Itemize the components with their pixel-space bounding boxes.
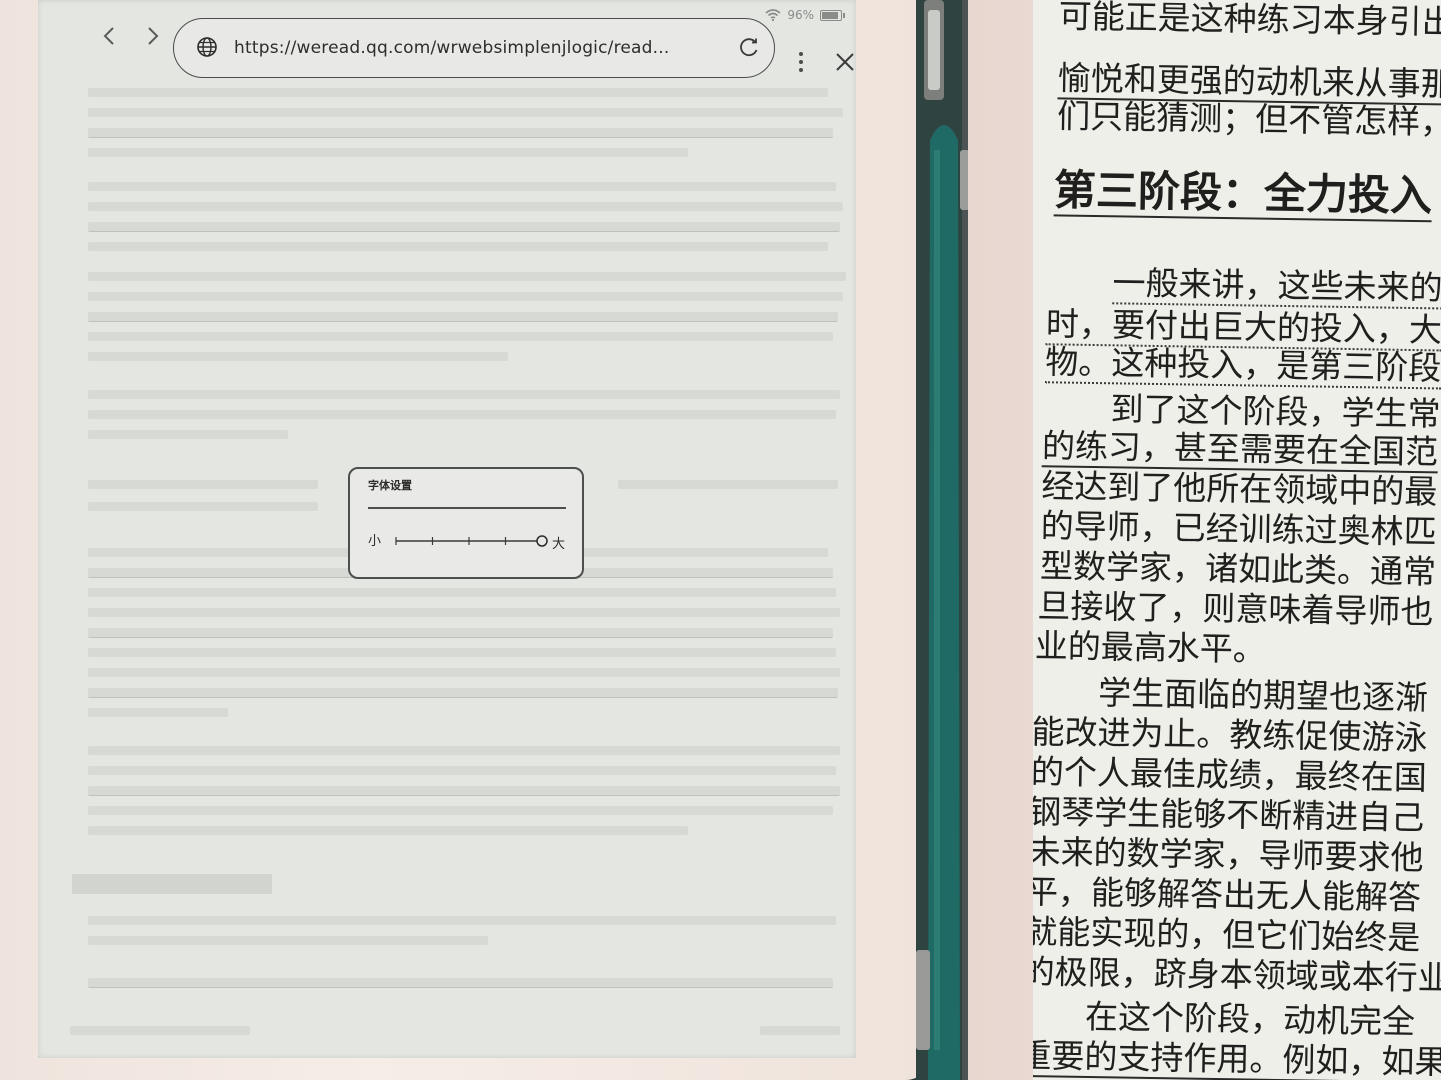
book-line: 的个人最佳成绩，最终在国 <box>1033 752 1428 798</box>
address-bar[interactable]: https://weread.qq.com/wrwebsimplenjlogic… <box>173 18 775 78</box>
book-line: 的极限，跻身本领域或本行业 <box>1033 951 1441 998</box>
stylus-pen <box>916 0 976 1080</box>
book-line: 在这个阶段，动机完全 <box>1084 996 1416 1042</box>
font-size-small-label: 小 <box>368 534 382 549</box>
forward-arrow-icon[interactable] <box>140 24 164 48</box>
url-text[interactable]: https://weread.qq.com/wrwebsimplenjlogic… <box>234 38 669 58</box>
close-icon[interactable] <box>833 50 856 74</box>
book-line: 旦接收了，则意味着导师也 <box>1037 586 1434 632</box>
book-line: 钢琴学生能够不断精进自己 <box>1033 792 1425 838</box>
book-line: 未来的数学家，导师要求他 <box>1033 832 1424 878</box>
book-line: 能改进为止。教练促使游泳 <box>1033 712 1428 758</box>
book-line: 平，能够解答出无人能解答 <box>1033 871 1422 918</box>
font-size-slider-knob[interactable] <box>536 535 548 547</box>
font-size-large-label: 大 <box>552 537 566 552</box>
font-settings-title: 字体设置 <box>368 479 412 492</box>
left-ereader-device: 96% https://weread.qq.com/wrwebsimplenjl… <box>0 0 930 1080</box>
book-line: 就能实现的，但它们始终是 <box>1033 911 1421 958</box>
book-line: 重要的支持作用。例如，如果 <box>1033 1035 1441 1080</box>
reload-icon[interactable] <box>738 36 760 58</box>
battery-percent: 96% <box>787 8 814 22</box>
book-line: 可能正是这种练习本身引出 <box>1058 0 1441 42</box>
left-ereader-screen: 96% https://weread.qq.com/wrwebsimplenjl… <box>38 0 856 1058</box>
more-vertical-icon[interactable] <box>793 50 809 74</box>
book-line: 的导师，已经训练过奥林匹 <box>1040 506 1438 552</box>
book-line: 学生面临的期望也逐渐 <box>1097 673 1429 718</box>
battery-icon <box>820 9 845 21</box>
book-line: 业的最高水平。 <box>1034 626 1267 669</box>
dialog-divider <box>368 507 566 509</box>
wifi-icon <box>765 9 781 21</box>
book-line: 物。这种投入，是第三阶段 <box>1044 342 1441 390</box>
back-arrow-icon[interactable] <box>98 24 122 48</box>
book-line: 经达到了他所在领域中的最 <box>1041 466 1438 512</box>
book-line: 型数学家，诸如此类。通常 <box>1039 546 1437 592</box>
book-page-text: 可能正是这种练习本身引出 愉悦和更强的动机来从事那 们只能猜测；但不管怎样， 第… <box>1033 0 1441 1080</box>
font-size-slider[interactable] <box>392 531 550 551</box>
book-line: 一般来讲，这些未来的 <box>1112 263 1441 310</box>
globe-icon <box>197 37 217 57</box>
right-ereader-screen: 可能正是这种练习本身引出 愉悦和更强的动机来从事那 们只能猜测；但不管怎样， 第… <box>1033 0 1441 1080</box>
book-line: 的练习，甚至需要在全国范 <box>1041 426 1439 474</box>
chapter-heading: 第三阶段：全力投入 <box>1053 165 1433 223</box>
book-line: 们只能猜测；但不管怎样， <box>1056 96 1441 142</box>
font-settings-dialog: 字体设置 小 大 <box>348 467 584 579</box>
status-bar: 96% <box>765 8 845 22</box>
